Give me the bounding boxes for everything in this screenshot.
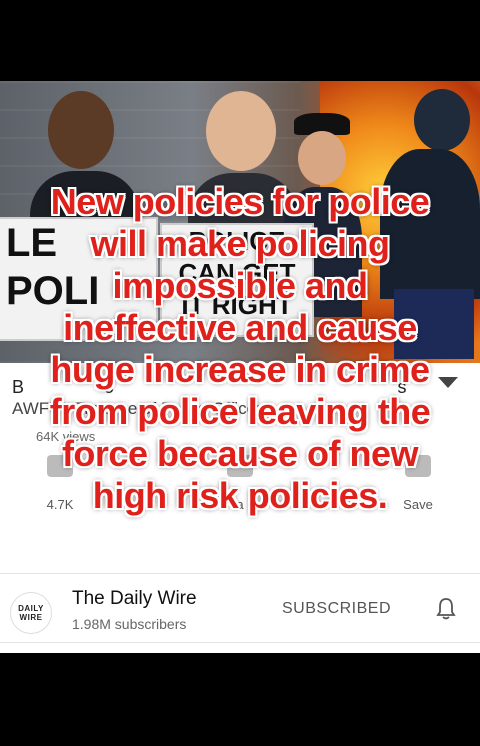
caption-line: will make policing (90, 223, 390, 264)
subscribed-button[interactable]: SUBSCRIBED (282, 600, 391, 618)
caption-line: force because of new (61, 433, 419, 474)
caption-line: ineffective and cause (63, 307, 417, 348)
channel-row: DAILY WIRE The Daily Wire 1.98M subscrib… (0, 574, 480, 642)
caption-line: impossible and (112, 265, 368, 306)
caption-line: high risk policies. (92, 475, 388, 516)
overlay-caption: New policies for police will make polici… (0, 181, 480, 517)
caption-line: New policies for police (50, 181, 430, 222)
divider (0, 642, 480, 643)
subscriber-count: 1.98M subscribers (72, 616, 187, 632)
avatar[interactable]: DAILY WIRE (10, 592, 52, 634)
bell-icon[interactable] (436, 597, 456, 621)
caption-line: from police leaving the (49, 391, 431, 432)
caption-line: huge increase in crime (50, 349, 430, 390)
channel-name[interactable]: The Daily Wire (72, 588, 197, 610)
